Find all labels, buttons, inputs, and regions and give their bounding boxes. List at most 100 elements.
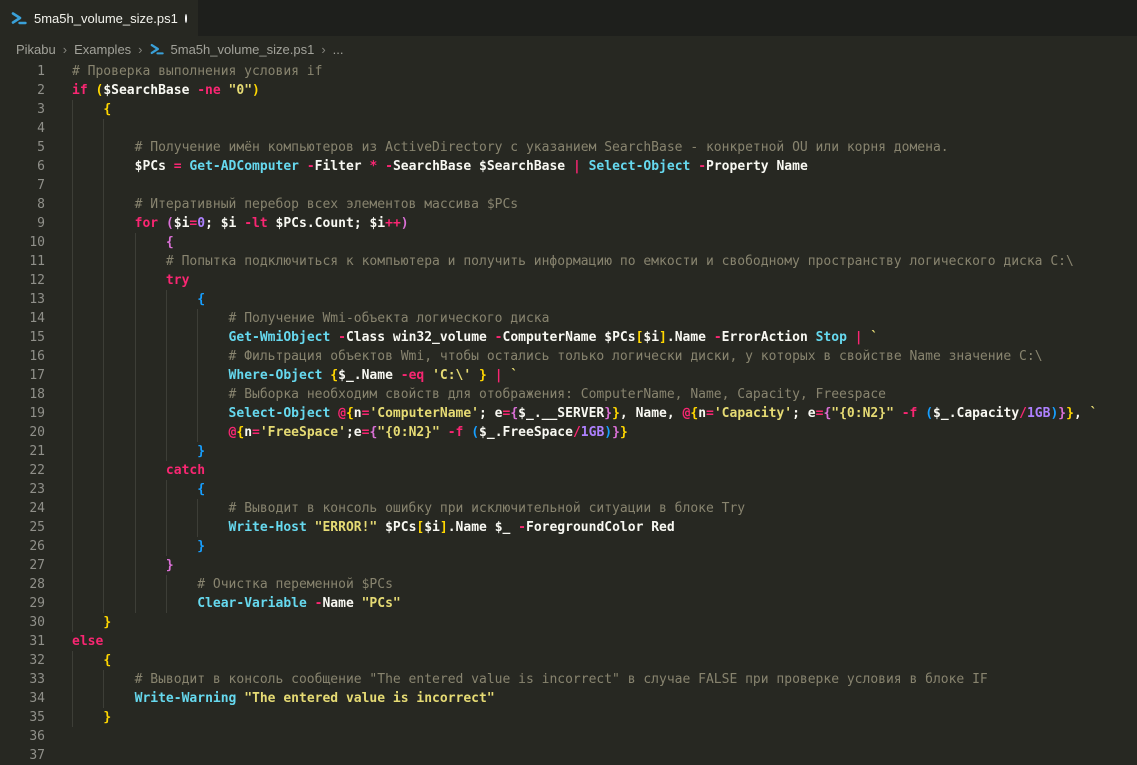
code-line[interactable]: 4 (0, 119, 1137, 138)
token: -ne (197, 83, 228, 98)
code-text (72, 176, 1137, 195)
code-line[interactable]: 7 (0, 176, 1137, 195)
code-line[interactable]: 17 Where-Object {$_.Name -eq 'C:\' } | ` (0, 366, 1137, 385)
code-text: { (72, 233, 1137, 252)
token: Write-Warning (135, 691, 245, 706)
code-text: # Фильтрация объектов Wmi, чтобы осталис… (72, 347, 1137, 366)
token: if (72, 83, 95, 98)
line-number: 21 (0, 442, 45, 461)
token: # Проверка выполнения условия if (72, 64, 322, 79)
code-line[interactable]: 3 { (0, 100, 1137, 119)
code-line[interactable]: 22 catch (0, 461, 1137, 480)
code-line[interactable]: 6 $PCs = Get-ADComputer -Filter * -Searc… (0, 157, 1137, 176)
token: Write-Host (229, 520, 315, 535)
code-line[interactable]: 15 Get-WmiObject -Class win32_volume -Co… (0, 328, 1137, 347)
code-text: for ($i=0; $i -lt $PCs.Count; $i++) (72, 214, 1137, 233)
code-line[interactable]: 29 Clear-Variable -Name "PCs" (0, 594, 1137, 613)
code-line[interactable]: 23 { (0, 480, 1137, 499)
token: Red (651, 520, 674, 535)
code-text: # Выводит в консоль сообщение "The enter… (72, 670, 1137, 689)
code-text: { (72, 651, 1137, 670)
code-line[interactable]: 36 (0, 727, 1137, 746)
modified-dot-icon[interactable] (185, 14, 187, 23)
code-line[interactable]: 32 { (0, 651, 1137, 670)
code-text (72, 746, 1137, 765)
token: Filter (315, 159, 370, 174)
code-line[interactable]: 2if ($SearchBase -ne "0") (0, 81, 1137, 100)
code-line[interactable]: 28 # Очистка переменной $PCs (0, 575, 1137, 594)
token: e (495, 406, 503, 421)
code-line[interactable]: 27 } (0, 556, 1137, 575)
token: e (354, 425, 362, 440)
token: n (244, 425, 252, 440)
breadcrumb-item-folder[interactable]: Pikabu (16, 42, 56, 57)
code-line[interactable]: 1# Проверка выполнения условия if (0, 62, 1137, 81)
code-line[interactable]: 8 # Итеративный перебор всех элементов м… (0, 195, 1137, 214)
tab-5ma5h_volume_size[interactable]: 5ma5h_volume_size.ps1 (0, 0, 198, 36)
indent-guide (72, 499, 73, 518)
line-number: 28 (0, 575, 45, 594)
line-number: 14 (0, 309, 45, 328)
indent-guide (166, 575, 167, 594)
token: ( (925, 406, 933, 421)
line-number: 2 (0, 81, 45, 100)
indent-guide (166, 328, 167, 347)
code-line[interactable]: 37 (0, 746, 1137, 765)
code-line[interactable]: 18 # Выборка необходим свойств для отобр… (0, 385, 1137, 404)
indent-guide (72, 651, 73, 670)
token: , (1074, 406, 1090, 421)
token: Name (322, 596, 361, 611)
token: } (1058, 406, 1066, 421)
indent-guide (166, 385, 167, 404)
breadcrumb-item-folder[interactable]: Examples (74, 42, 131, 57)
breadcrumb-item-symbol[interactable]: ... (333, 42, 344, 57)
code-editor[interactable]: 1# Проверка выполнения условия if2if ($S… (0, 62, 1137, 765)
indent-guide (135, 518, 136, 537)
indent-guide (135, 404, 136, 423)
code-line[interactable]: 34 Write-Warning "The entered value is i… (0, 689, 1137, 708)
code-text: { (72, 480, 1137, 499)
line-number: 32 (0, 651, 45, 670)
line-number: 26 (0, 537, 45, 556)
code-line[interactable]: 35 } (0, 708, 1137, 727)
token: $_ (933, 406, 949, 421)
token: ) (401, 216, 409, 231)
code-line[interactable]: 5 # Получение имён компьютеров из Active… (0, 138, 1137, 157)
line-number: 31 (0, 632, 45, 651)
code-line[interactable]: 9 for ($i=0; $i -lt $PCs.Count; $i++) (0, 214, 1137, 233)
token: Select-Object (229, 406, 339, 421)
indent-guide (72, 347, 73, 366)
code-line[interactable]: 16 # Фильтрация объектов Wmi, чтобы оста… (0, 347, 1137, 366)
code-line[interactable]: 24 # Выводит в консоль ошибку при исключ… (0, 499, 1137, 518)
indent-guide (135, 499, 136, 518)
token: Name (636, 406, 667, 421)
line-number: 8 (0, 195, 45, 214)
code-line[interactable]: 13 { (0, 290, 1137, 309)
code-line[interactable]: 19 Select-Object @{n='ComputerName'; e={… (0, 404, 1137, 423)
line-number: 4 (0, 119, 45, 138)
token: @ (338, 406, 346, 421)
code-line[interactable]: 21 } (0, 442, 1137, 461)
line-number: 12 (0, 271, 45, 290)
token: ` (1090, 406, 1098, 421)
code-line[interactable]: 30 } (0, 613, 1137, 632)
code-line[interactable]: 31else (0, 632, 1137, 651)
code-line[interactable]: 11 # Попытка подключиться к компьютера и… (0, 252, 1137, 271)
token: / (1019, 406, 1027, 421)
code-line[interactable]: 14 # Получение Wmi-объекта логического д… (0, 309, 1137, 328)
code-line[interactable]: 20 @{n='FreeSpace';e={"{0:N2}" -f ($_.Fr… (0, 423, 1137, 442)
code-line[interactable]: 26 } (0, 537, 1137, 556)
code-text: # Очистка переменной $PCs (72, 575, 1137, 594)
breadcrumb-item-file[interactable]: 5ma5h_volume_size.ps1 (171, 42, 315, 57)
indent-guide (103, 290, 104, 309)
code-line[interactable]: 25 Write-Host "ERROR!" $PCs[$i].Name $_ … (0, 518, 1137, 537)
token: - (307, 159, 315, 174)
indent-guide (135, 556, 136, 575)
line-number: 18 (0, 385, 45, 404)
indent-guide (103, 119, 104, 138)
code-line[interactable]: 12 try (0, 271, 1137, 290)
token: = (174, 159, 190, 174)
code-line[interactable]: 10 { (0, 233, 1137, 252)
code-line[interactable]: 33 # Выводит в консоль сообщение "The en… (0, 670, 1137, 689)
indent-guide (103, 271, 104, 290)
